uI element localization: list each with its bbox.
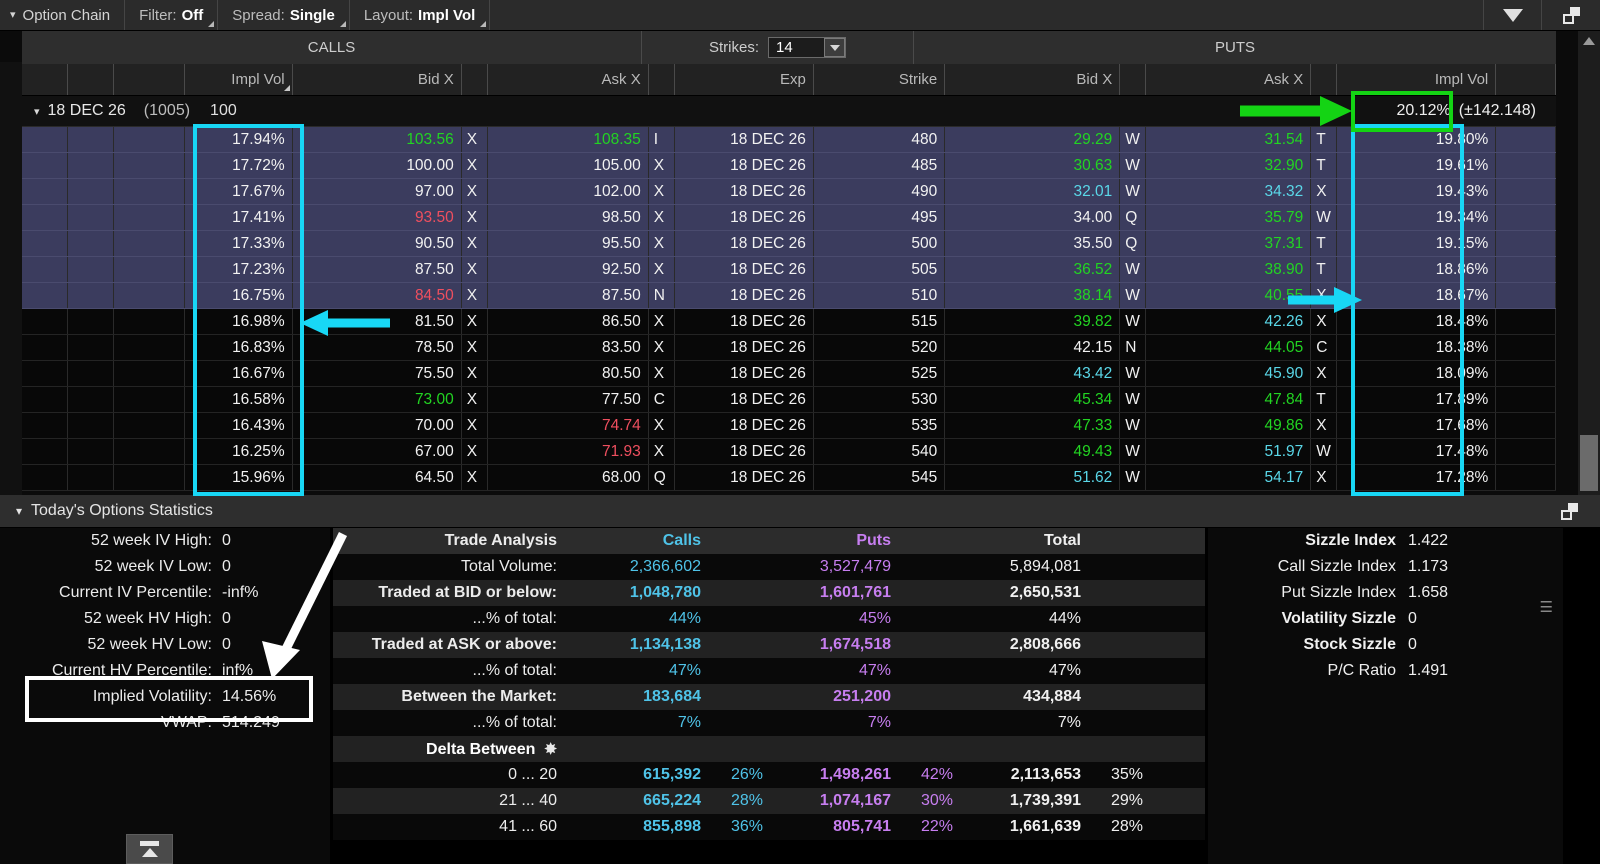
annotation-arrows bbox=[262, 96, 1362, 679]
option-chain-app: ▾ Option Chain Filter: Off Spread: Singl… bbox=[0, 0, 1600, 864]
